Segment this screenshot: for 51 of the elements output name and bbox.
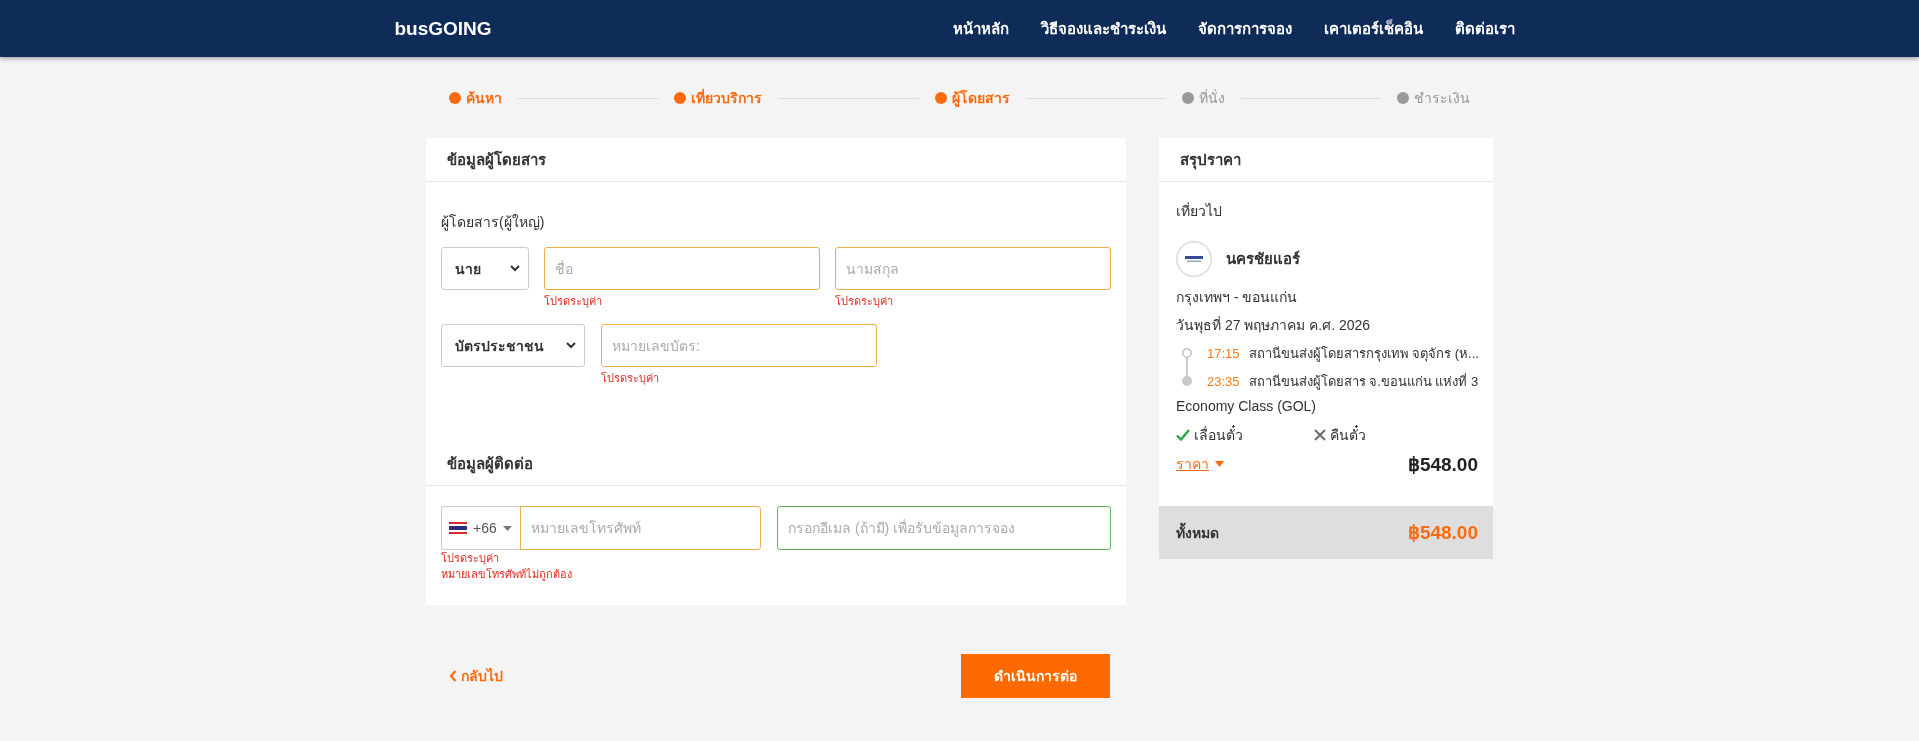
section-title: สรุปราคา bbox=[1180, 149, 1241, 172]
id-type-select[interactable]: บัตรประชาชน bbox=[441, 324, 585, 367]
passenger-type-label: ผู้โดยสาร(ผู้ใหญ่) bbox=[441, 213, 546, 232]
nav-link[interactable]: เคาเตอร์เช็คอิน bbox=[1323, 16, 1423, 41]
seat-class: Economy Class (GOL) bbox=[1176, 397, 1318, 416]
error-message: โปรดระบุค่า bbox=[601, 371, 659, 385]
error-message: โปรดระบุค่า bbox=[544, 294, 602, 308]
chevron-down-icon bbox=[566, 342, 576, 349]
operator-name: นครชัยแอร์ bbox=[1226, 249, 1300, 269]
travel-date: วันพุธที่ 27 พฤษภาคม ค.ศ. 2026 bbox=[1176, 315, 1372, 335]
stop-marker-icon bbox=[1182, 376, 1192, 386]
section-title: ข้อมูลผู้โดยสาร bbox=[447, 149, 546, 172]
email-field[interactable]: กรอกอีเมล (ถ้ามี) เพื่อรับข้อมูลการจอง bbox=[777, 506, 1111, 550]
nav-link[interactable]: หน้าหลัก bbox=[952, 16, 1009, 41]
first-name-field[interactable]: ชื่อ bbox=[544, 247, 820, 290]
policy-label: เลื่อนตั๋ว bbox=[1194, 425, 1243, 445]
nav-link[interactable]: วิธีจองและชำระเงิน bbox=[1040, 16, 1166, 41]
nav-link[interactable]: ติดต่อเรา bbox=[1454, 16, 1515, 41]
id-number-field[interactable]: หมายเลขบัตร: bbox=[601, 324, 877, 367]
total-amount: ฿548.00 bbox=[1407, 521, 1478, 544]
site-logo[interactable]: busGOING bbox=[394, 17, 492, 40]
trip-label: เที่ยวไป bbox=[1176, 201, 1223, 221]
chevron-down-icon bbox=[510, 265, 520, 272]
country-code-select[interactable]: +66 bbox=[441, 506, 520, 550]
route-text: กรุงเทพฯ - ขอนแก่น bbox=[1176, 288, 1299, 307]
section-title: ข้อมูลผู้ติดต่อ bbox=[447, 453, 533, 476]
step-label: ชำระเงิน bbox=[1414, 89, 1470, 108]
caret-down-icon bbox=[502, 525, 512, 531]
station-name: สถานีขนส่งผู้โดยสารกรุงเทพ จตุจักร (ห... bbox=[1248, 344, 1479, 364]
stop-marker-icon bbox=[1182, 348, 1192, 358]
departure-time: 17:15 bbox=[1207, 345, 1240, 361]
total-label: ทั้งหมด bbox=[1176, 521, 1219, 543]
chevron-left-icon bbox=[449, 670, 457, 682]
error-message: โปรดระบุค่า bbox=[441, 551, 499, 566]
nav-link[interactable]: จัดการการจอง bbox=[1197, 16, 1292, 41]
step-label: เที่ยวบริการ bbox=[691, 88, 763, 108]
step-label: ผู้โดยสาร bbox=[951, 88, 1010, 108]
error-message: โปรดระบุค่า bbox=[835, 294, 893, 308]
step-label: ค้นหา bbox=[466, 89, 502, 108]
flag-icon bbox=[449, 522, 467, 534]
operator-logo-icon bbox=[1176, 241, 1212, 277]
phone-number-field[interactable]: หมายเลขโทรศัพท์ bbox=[520, 506, 761, 550]
title-select[interactable]: นาย bbox=[441, 247, 529, 290]
station-name: สถานีขนส่งผู้โดยสาร จ.ขอนแก่น แห่งที่ 3 bbox=[1248, 372, 1479, 392]
policy-label: คืนตั๋ว bbox=[1330, 425, 1366, 445]
departure-time: 23:35 bbox=[1207, 373, 1240, 389]
price-amount: ฿548.00 bbox=[1407, 452, 1478, 476]
timeline-connector bbox=[1186, 358, 1188, 376]
last-name-field[interactable]: นามสกุล bbox=[835, 247, 1111, 290]
error-message: หมายเลขโทรศัพท์ไม่ถูกต้อง bbox=[441, 567, 572, 582]
step-label: ที่นั่ง bbox=[1198, 88, 1225, 108]
